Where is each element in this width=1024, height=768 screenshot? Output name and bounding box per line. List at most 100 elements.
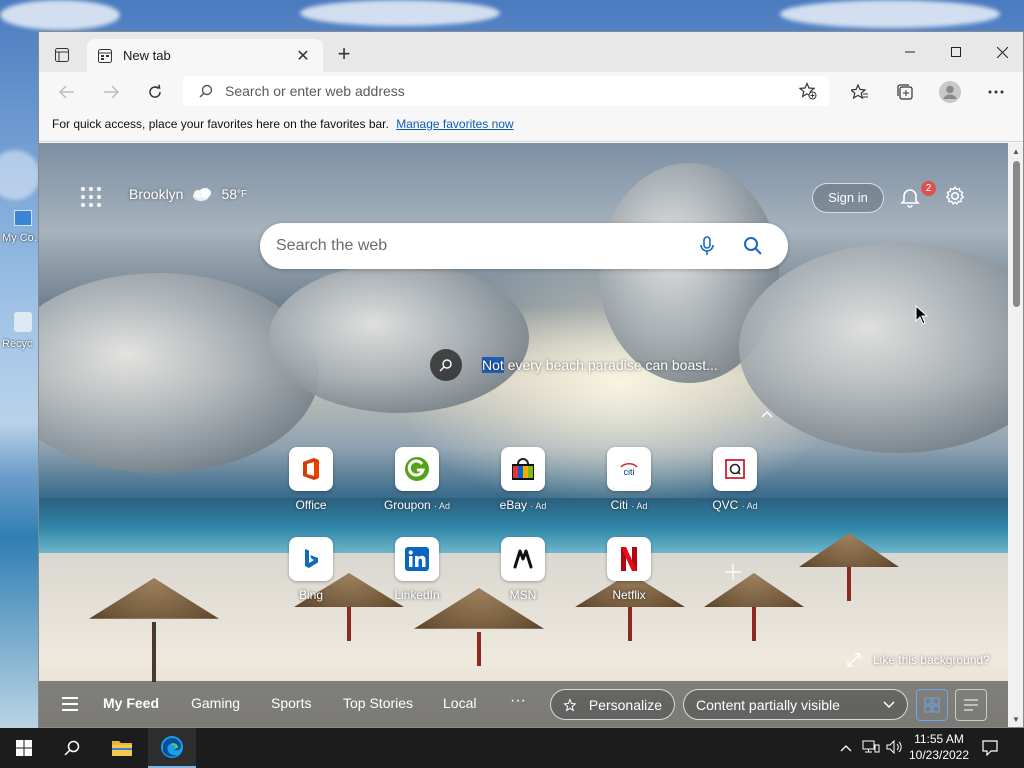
quick-link-netflix[interactable]: Netflix (589, 537, 669, 602)
volume-button[interactable] (886, 739, 904, 757)
quick-link-qvc[interactable]: QVC · Ad (695, 447, 775, 512)
quick-link-ebay[interactable]: eBay · Ad (483, 447, 563, 512)
plus-icon (725, 564, 741, 580)
windows-logo-icon (16, 740, 32, 756)
maximize-button[interactable] (941, 40, 971, 64)
add-quick-link-button[interactable] (725, 559, 741, 587)
page-settings-button[interactable] (944, 185, 968, 209)
sign-in-button[interactable]: Sign in (812, 183, 884, 213)
bing-icon (289, 537, 333, 581)
image-info[interactable]: Not every beach paradise can boast... (430, 349, 718, 381)
file-explorer-button[interactable] (98, 728, 146, 768)
visual-search-button[interactable] (430, 349, 462, 381)
grid-icon (924, 697, 940, 713)
scroll-down-arrow-icon[interactable]: ▼ (1012, 715, 1020, 724)
close-tab-button[interactable]: ✕ (293, 46, 313, 66)
feed-tab-top-stories[interactable]: Top Stories (343, 695, 413, 711)
ad-label: · Ad (434, 501, 451, 511)
tab-new-tab[interactable]: New tab ✕ (87, 39, 323, 72)
quick-link-office[interactable]: Office (271, 447, 351, 512)
desktop-icon-my-computer[interactable]: My Co… - Sho (2, 210, 38, 282)
grid-layout-button[interactable] (916, 689, 948, 721)
edge-taskbar-button[interactable] (148, 728, 196, 768)
quick-link-msn[interactable]: MSN (483, 537, 563, 602)
clock-date: 10/23/2022 (908, 748, 970, 762)
scroll-up-arrow-icon[interactable]: ▲ (1012, 147, 1020, 156)
chevron-up-icon (761, 410, 773, 418)
tab-actions-button[interactable] (51, 44, 73, 66)
weather-city: Brooklyn (129, 186, 184, 202)
feed-tab-sports[interactable]: Sports (271, 695, 311, 711)
favorites-button[interactable] (845, 78, 875, 106)
minimize-button[interactable] (895, 40, 925, 64)
weather-widget[interactable]: Brooklyn 58 °F (129, 186, 247, 202)
magnifier-icon (439, 359, 452, 372)
title-bar: New tab ✕ + (39, 32, 1023, 72)
search-submit-button[interactable] (742, 235, 764, 257)
notification-icon (982, 740, 998, 757)
action-center-button[interactable] (982, 740, 998, 759)
add-favorite-button[interactable] (798, 82, 817, 100)
browser-toolbar (39, 72, 1023, 112)
image-caption[interactable]: Not every beach paradise can boast... (482, 357, 718, 373)
notifications-button[interactable] (899, 186, 923, 210)
quick-link-groupon[interactable]: Groupon · Ad (377, 447, 457, 512)
content-visibility-dropdown[interactable]: Content partially visible (683, 689, 908, 720)
clock-time: 11:55 AM (914, 732, 964, 746)
new-tab-button[interactable]: + (333, 43, 355, 66)
forward-arrow-icon (104, 85, 119, 99)
show-hidden-icons-button[interactable] (840, 740, 852, 755)
apps-launcher-button[interactable] (81, 187, 101, 207)
maximize-icon (951, 47, 961, 57)
manage-favorites-link[interactable]: Manage favorites now (396, 117, 513, 131)
profile-button[interactable] (935, 78, 965, 106)
recycle-bin-icon (14, 312, 32, 332)
citi-icon: citi (607, 447, 651, 491)
feed-tab-local[interactable]: Local (443, 695, 476, 711)
mouse-cursor-icon (915, 305, 929, 325)
web-search-box[interactable] (260, 223, 788, 269)
more-dots-icon (988, 90, 1004, 94)
address-bar[interactable] (183, 76, 829, 106)
svg-text:citi: citi (624, 467, 635, 477)
collapse-quick-links-button[interactable] (761, 405, 773, 421)
taskbar-search-button[interactable] (48, 728, 96, 768)
desktop-icon-recycle-bin[interactable]: Recyc (2, 312, 38, 372)
collections-button[interactable] (890, 78, 920, 106)
refresh-button[interactable] (140, 78, 170, 106)
network-status-button[interactable] (862, 740, 880, 757)
page-scrollbar[interactable]: ▲ ▼ (1008, 143, 1023, 727)
close-window-button[interactable] (987, 40, 1017, 64)
start-button[interactable] (0, 728, 48, 768)
quick-link-linkedin[interactable]: LinkedIn (377, 537, 457, 602)
quick-link-label: MSN (509, 588, 537, 602)
back-arrow-icon (59, 85, 74, 99)
feed-tab-gaming[interactable]: Gaming (191, 695, 240, 711)
quick-link-bing[interactable]: Bing (271, 537, 351, 602)
system-clock[interactable]: 11:55 AM 10/23/2022 (906, 731, 972, 763)
voice-search-button[interactable] (696, 235, 718, 257)
personalize-button[interactable]: Personalize (550, 689, 675, 720)
background-umbrella (89, 578, 219, 682)
favorites-bar-message: For quick access, place your favorites h… (52, 117, 389, 131)
ad-label: · Ad (631, 501, 648, 511)
settings-menu-button[interactable] (981, 78, 1011, 106)
new-tab-page: Brooklyn 58°F Sign in 2 Not every beach … (39, 143, 1008, 727)
like-background-button[interactable]: Like this background? (847, 653, 990, 667)
feed-menu-button[interactable] (62, 697, 78, 711)
computer-icon (14, 210, 32, 226)
address-input[interactable] (225, 83, 785, 99)
forward-button[interactable] (96, 78, 126, 106)
microphone-icon (700, 236, 714, 255)
quick-link-citi[interactable]: citi Citi · Ad (589, 447, 669, 512)
star-add-icon (798, 82, 817, 100)
background-umbrella (799, 533, 899, 601)
web-search-input[interactable] (276, 237, 686, 255)
quick-link-label: Groupon (383, 498, 431, 512)
back-button[interactable] (52, 78, 82, 106)
feed-tab-my-feed[interactable]: My Feed (103, 695, 159, 711)
scrollbar-thumb[interactable] (1013, 161, 1020, 307)
list-layout-button[interactable] (955, 689, 987, 721)
search-icon (744, 237, 762, 255)
feed-more-button[interactable]: ··· (510, 692, 526, 710)
